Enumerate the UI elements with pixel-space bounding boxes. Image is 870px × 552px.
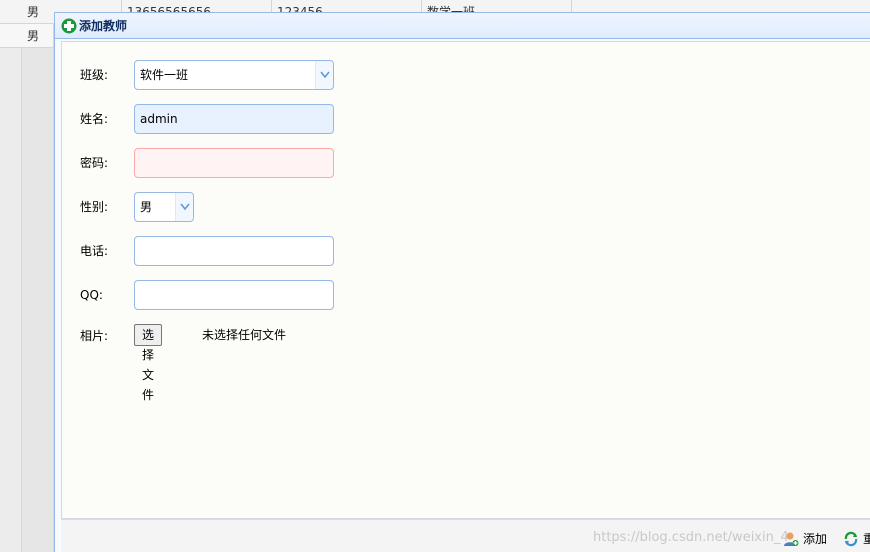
- qq-label: QQ:: [80, 288, 103, 302]
- add-icon: [61, 18, 77, 34]
- add-button-label: 添加: [803, 532, 828, 546]
- chevron-down-icon[interactable]: [175, 193, 193, 221]
- dialog-body: 班级: 软件一班 姓名: admin 密码: 性别: 男 电话: QQ: 相片:…: [61, 41, 870, 519]
- gender-select[interactable]: 男: [134, 192, 194, 222]
- name-label: 姓名:: [80, 112, 109, 126]
- dialog-footer: https://blog.csdn.net/weixin_4 添加 重: [61, 519, 870, 552]
- file-status-text: 未选择任何文件: [202, 328, 287, 342]
- photo-label: 相片:: [80, 329, 109, 343]
- add-button[interactable]: 添加: [783, 528, 827, 550]
- name-input[interactable]: admin: [134, 104, 334, 134]
- grid-column-edge: [0, 48, 22, 552]
- add-user-icon: [784, 532, 799, 546]
- reset-button[interactable]: 重: [843, 528, 870, 550]
- choose-file-button[interactable]: 选择文件: [134, 324, 163, 402]
- class-label: 班级:: [80, 68, 109, 82]
- add-teacher-dialog: 添加教师 班级: 软件一班 姓名: admin 密码: 性别: 男 电话: QQ…: [54, 12, 870, 552]
- dialog-title: 添加教师: [79, 19, 128, 33]
- phone-input[interactable]: [134, 236, 334, 266]
- grid-column-edge: [22, 48, 54, 552]
- class-select-value: 软件一班: [140, 68, 189, 82]
- password-label: 密码:: [80, 156, 109, 170]
- class-select[interactable]: 软件一班: [134, 60, 334, 90]
- reset-icon: [844, 531, 858, 547]
- cell-gender: 男: [22, 24, 54, 48]
- password-input[interactable]: [134, 148, 334, 178]
- gender-label: 性别:: [80, 200, 109, 214]
- chevron-down-icon[interactable]: [315, 61, 333, 89]
- phone-label: 电话:: [80, 244, 109, 258]
- qq-input[interactable]: [134, 280, 334, 310]
- reset-button-label: 重: [863, 532, 870, 546]
- watermark: https://blog.csdn.net/weixin_4: [593, 530, 789, 545]
- dialog-header[interactable]: 添加教师: [55, 13, 870, 39]
- gender-select-value: 男: [140, 200, 153, 214]
